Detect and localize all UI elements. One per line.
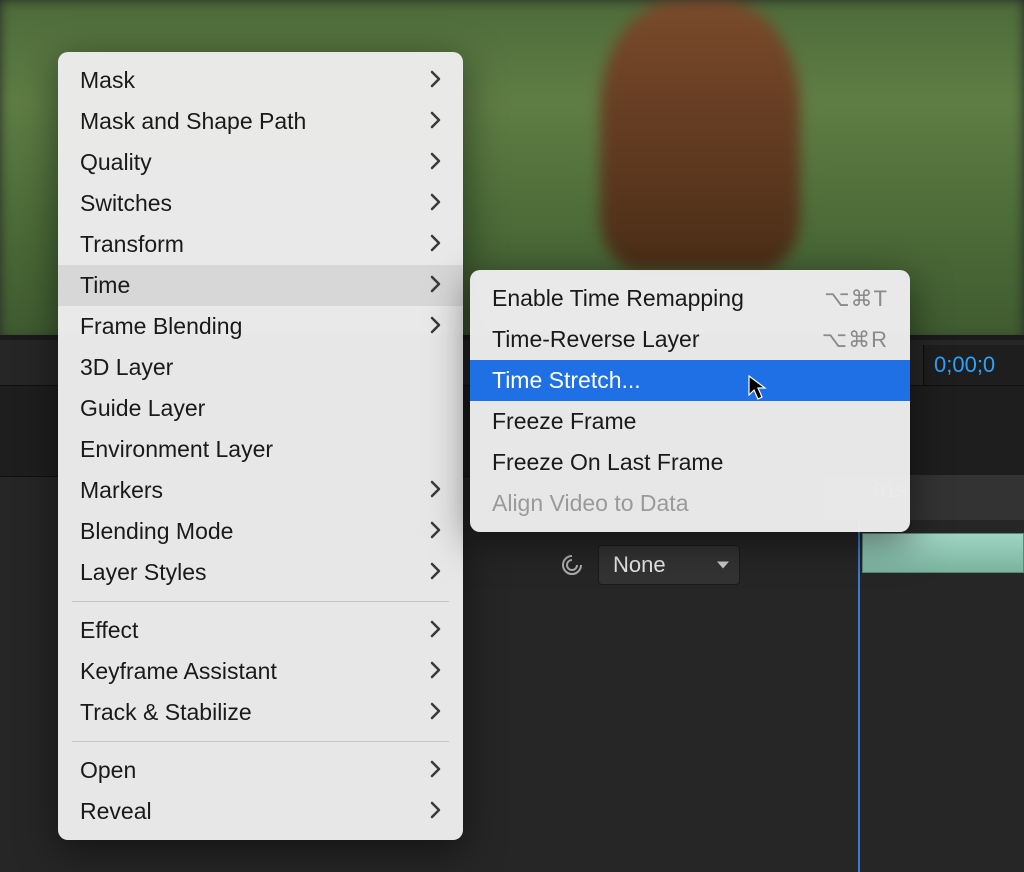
menu-item-mask-and-shape-path[interactable]: Mask and Shape Path (58, 101, 463, 142)
menu-item-mask[interactable]: Mask (58, 60, 463, 101)
menu-item-shortcut: ⌥⌘T (824, 288, 888, 310)
menu-item-markers[interactable]: Markers (58, 470, 463, 511)
menu-item-label: Guide Layer (80, 397, 441, 420)
parent-link-row: None (560, 545, 740, 585)
menu-item-label: Time Stretch... (492, 369, 888, 392)
menu-item-label: Freeze Frame (492, 410, 888, 433)
submenu-item-freeze-frame[interactable]: Freeze Frame (470, 401, 910, 442)
chevron-right-icon (430, 620, 441, 638)
menu-item-label: Layer Styles (80, 561, 390, 584)
submenu-item-time-reverse-layer[interactable]: Time-Reverse Layer ⌥⌘R (470, 319, 910, 360)
menu-item-label: Effect (80, 619, 390, 642)
chevron-right-icon (430, 316, 441, 334)
menu-item-label: Mask and Shape Path (80, 110, 390, 133)
menu-separator (72, 741, 449, 742)
chevron-right-icon (430, 275, 441, 293)
menu-item-label: Align Video to Data (492, 492, 888, 515)
time-submenu[interactable]: Enable Time Remapping ⌥⌘T Time-Reverse Lay… (470, 270, 910, 532)
menu-item-label: Reveal (80, 800, 390, 823)
menu-item-label: Time (80, 274, 390, 297)
menu-item-label: 3D Layer (80, 356, 441, 379)
menu-item-label: Environment Layer (80, 438, 441, 461)
chevron-right-icon (430, 661, 441, 679)
menu-item-effect[interactable]: Effect (58, 610, 463, 651)
menu-item-frame-blending[interactable]: Frame Blending (58, 306, 463, 347)
menu-item-time[interactable]: Time (58, 265, 463, 306)
chevron-right-icon (430, 152, 441, 170)
current-timecode[interactable]: 0;00;0 (923, 345, 1024, 385)
pickwhip-icon[interactable] (560, 553, 584, 577)
menu-item-label: Enable Time Remapping (492, 287, 794, 310)
menu-item-label: Track & Stabilize (80, 701, 390, 724)
menu-item-open[interactable]: Open (58, 750, 463, 791)
app-root: 0;00;0 01s None MaskMask and Shape PathQ… (0, 0, 1024, 872)
menu-item-label: Markers (80, 479, 390, 502)
clip-bar[interactable] (862, 533, 1024, 573)
chevron-right-icon (430, 521, 441, 539)
timecode-value: 0;00;0 (934, 352, 995, 378)
chevron-right-icon (430, 111, 441, 129)
menu-item-shortcut: ⌥⌘R (822, 329, 888, 351)
chevron-right-icon (430, 760, 441, 778)
menu-item-label: Quality (80, 151, 390, 174)
layer-context-menu[interactable]: Mask Mask and Shape Path Quality Switches Tr… (58, 52, 463, 840)
menu-item-guide-layer[interactable]: Guide Layer (58, 388, 463, 429)
menu-item-quality[interactable]: Quality (58, 142, 463, 183)
menu-item-label: Transform (80, 233, 390, 256)
playhead[interactable] (858, 520, 860, 872)
menu-item-label: Keyframe Assistant (80, 660, 390, 683)
chevron-right-icon (430, 702, 441, 720)
chevron-right-icon (430, 801, 441, 819)
menu-item-label: Time-Reverse Layer (492, 328, 792, 351)
menu-item-label: Switches (80, 192, 390, 215)
menu-separator (72, 601, 449, 602)
menu-item-3d-layer[interactable]: 3D Layer (58, 347, 463, 388)
menu-item-track-stabilize[interactable]: Track & Stabilize (58, 692, 463, 733)
menu-item-transform[interactable]: Transform (58, 224, 463, 265)
parent-dropdown-label: None (613, 552, 666, 577)
submenu-item-freeze-on-last-frame[interactable]: Freeze On Last Frame (470, 442, 910, 483)
menu-item-label: Open (80, 759, 390, 782)
chevron-right-icon (430, 193, 441, 211)
chevron-right-icon (430, 480, 441, 498)
chevron-right-icon (430, 234, 441, 252)
menu-item-label: Mask (80, 69, 390, 92)
menu-item-label: Frame Blending (80, 315, 390, 338)
chevron-right-icon (430, 70, 441, 88)
menu-item-label: Blending Mode (80, 520, 390, 543)
menu-item-label: Freeze On Last Frame (492, 451, 888, 474)
menu-item-environment-layer[interactable]: Environment Layer (58, 429, 463, 470)
submenu-item-enable-time-remapping[interactable]: Enable Time Remapping ⌥⌘T (470, 278, 910, 319)
menu-item-switches[interactable]: Switches (58, 183, 463, 224)
parent-dropdown[interactable]: None (598, 545, 740, 585)
menu-item-keyframe-assistant[interactable]: Keyframe Assistant (58, 651, 463, 692)
chevron-right-icon (430, 562, 441, 580)
menu-item-blending-mode[interactable]: Blending Mode (58, 511, 463, 552)
submenu-item-align-video-to-data: Align Video to Data (470, 483, 910, 524)
submenu-item-time-stretch[interactable]: Time Stretch... (470, 360, 910, 401)
menu-item-reveal[interactable]: Reveal (58, 791, 463, 832)
menu-item-layer-styles[interactable]: Layer Styles (58, 552, 463, 593)
